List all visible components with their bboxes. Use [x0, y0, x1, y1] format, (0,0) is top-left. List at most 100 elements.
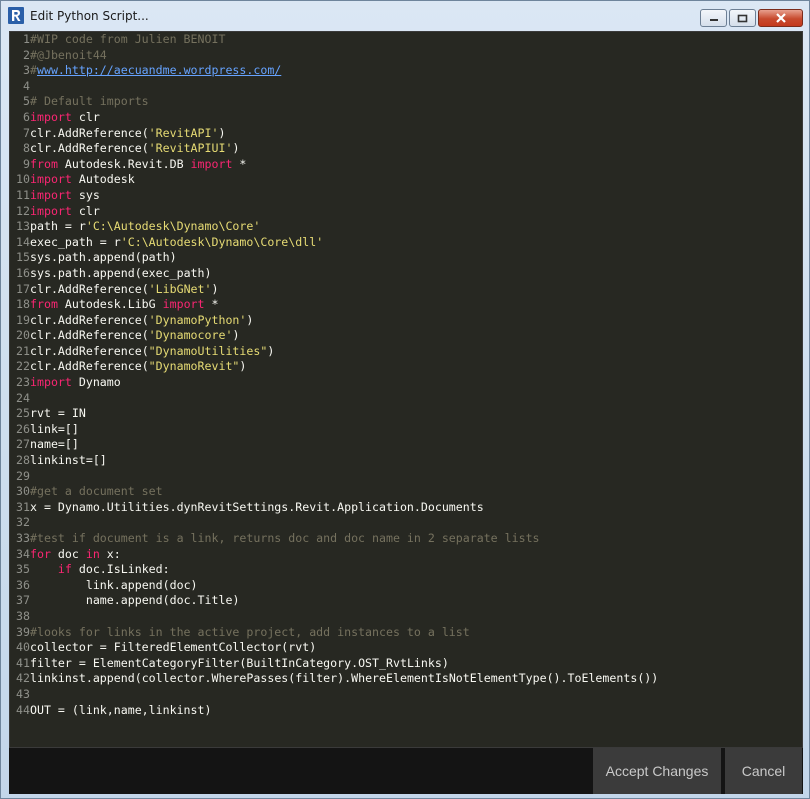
code-line[interactable]: 14 exec_path = r'C:\Autodesk\Dynamo\Core\…: [10, 234, 802, 251]
line-number: 36: [16, 577, 30, 592]
code-line[interactable]: 1 #WIP code from Julien BENOIT: [10, 32, 802, 48]
code-line[interactable]: 15 sys.path.append(path): [10, 250, 802, 266]
code-token: exec_path = r: [30, 234, 121, 249]
window-controls: [698, 9, 803, 27]
code-line[interactable]: 40 collector = FilteredElementCollector(r…: [10, 640, 802, 656]
maximize-button[interactable]: [729, 9, 756, 27]
code-line[interactable]: 30 #get a document set: [10, 484, 802, 500]
code-line[interactable]: 21 clr.AddReference("DynamoUtilities"): [10, 344, 802, 360]
code-line[interactable]: 38: [10, 609, 802, 625]
code-line[interactable]: 5 # Default imports: [10, 94, 802, 110]
code-line[interactable]: 4: [10, 79, 802, 95]
code-line[interactable]: 27 name=[]: [10, 437, 802, 453]
line-text: from Autodesk.Revit.DB import *: [30, 157, 246, 173]
code-token: append: [92, 250, 135, 265]
code-editor[interactable]: 1 #WIP code from Julien BENOIT 2 #@Jbenoit4…: [9, 31, 803, 748]
code-token: (: [141, 328, 149, 343]
code-line[interactable]: 13 path = r'C:\Autodesk\Dynamo\Core': [10, 219, 802, 235]
code-token: AddReference: [57, 328, 142, 343]
code-token: ): [211, 281, 219, 296]
code-token: clr.: [30, 141, 58, 156]
code-token: #get a document set: [30, 484, 163, 499]
cancel-button[interactable]: Cancel: [725, 748, 802, 794]
code-token: clr.: [30, 125, 58, 140]
code-line[interactable]: 3 #www.http://aecuandme.wordpress.com/: [10, 63, 802, 79]
code-line[interactable]: 22 clr.AddReference("DynamoRevit"): [10, 359, 802, 375]
line-number: 20: [16, 328, 30, 343]
code-line[interactable]: 17 clr.AddReference('LibGNet'): [10, 281, 802, 298]
line-number: 24: [16, 390, 30, 405]
code-line[interactable]: 8 clr.AddReference('RevitAPIUI'): [10, 141, 802, 157]
code-line[interactable]: 28 linkinst=[]: [10, 453, 802, 469]
accept-changes-button[interactable]: Accept Changes: [593, 748, 721, 794]
code-token: filter =: [30, 655, 93, 670]
line-number: 15: [16, 250, 30, 265]
code-line[interactable]: 11 import sys: [10, 188, 802, 204]
code-line[interactable]: 31 x = Dynamo.Utilities.dynRevitSettings.…: [10, 500, 802, 516]
code-line[interactable]: 23 import Dynamo: [10, 375, 802, 391]
line-number: 3: [23, 63, 30, 78]
code-token: Autodesk: [71, 172, 135, 187]
code-line[interactable]: 41 filter = ElementCategoryFilter(BuiltIn…: [10, 655, 802, 672]
code-token: 'LibGNet': [148, 281, 212, 296]
line-text: link.append(doc): [30, 578, 198, 594]
line-text: sys.path.append(exec_path): [30, 266, 212, 282]
code-line[interactable]: 36 link.append(doc): [10, 577, 802, 594]
close-icon: [775, 13, 786, 23]
code-token: 'Dynamocore': [148, 328, 233, 343]
line-text: import clr: [30, 110, 100, 126]
code-line[interactable]: 18 from Autodesk.LibG import *: [10, 297, 802, 313]
code-line[interactable]: 37 name.append(doc.Title): [10, 593, 802, 609]
code-token: name.: [30, 593, 121, 608]
code-token: *: [232, 156, 247, 171]
close-button[interactable]: [758, 9, 803, 27]
minimize-button[interactable]: [700, 9, 727, 27]
code-line[interactable]: 34 for doc in x:: [10, 546, 802, 563]
code-line[interactable]: 19 clr.AddReference('DynamoPython'): [10, 313, 802, 329]
code-token: ): [267, 343, 275, 358]
code-line[interactable]: 39 #looks for links in the active project…: [10, 625, 802, 641]
code-line[interactable]: 32: [10, 515, 802, 531]
code-line[interactable]: 42 linkinst.append(collector.WherePasses(…: [10, 671, 802, 687]
line-text: x = Dynamo.Utilities.dynRevitSettings.Re…: [30, 500, 484, 516]
line-text: #get a document set: [30, 484, 163, 500]
code-line[interactable]: 7 clr.AddReference('RevitAPI'): [10, 126, 802, 142]
line-number: 37: [16, 593, 30, 608]
line-number: 9: [23, 156, 30, 171]
title-bar[interactable]: Edit Python Script...: [1, 1, 809, 31]
code-line[interactable]: 43: [10, 687, 802, 703]
line-text: clr.AddReference('DynamoPython'): [30, 313, 253, 329]
code-line[interactable]: 35 if doc.IsLinked:: [10, 562, 802, 578]
code-line[interactable]: 6 import clr: [10, 110, 802, 126]
code-line[interactable]: 44 OUT = (link,name,linkinst): [10, 703, 802, 719]
code-line[interactable]: 9 from Autodesk.Revit.DB import *: [10, 156, 802, 173]
code-line[interactable]: 10 import Autodesk: [10, 172, 802, 188]
code-line[interactable]: 25 rvt = IN: [10, 406, 802, 422]
code-link[interactable]: www.http://aecuandme.wordpress.com/: [37, 63, 281, 77]
code-token: # Default imports: [30, 94, 149, 109]
code-line[interactable]: 33 #test if document is a link, returns d…: [10, 531, 802, 547]
line-number: 8: [23, 141, 30, 156]
line-text: clr.AddReference("DynamoUtilities"): [30, 344, 274, 360]
code-token: sys.path.: [30, 265, 93, 280]
edit-python-script-window: Edit Python Script... 1 #WIP code from Ju…: [0, 0, 810, 799]
code-line[interactable]: 26 link=[]: [10, 422, 802, 438]
code-token: if: [57, 562, 72, 577]
code-token: from: [30, 156, 58, 171]
code-line[interactable]: 2 #@Jbenoit44: [10, 48, 802, 64]
code-line[interactable]: 24: [10, 390, 802, 407]
code-token: (path): [134, 250, 177, 265]
code-line[interactable]: 12 import clr: [10, 204, 802, 220]
code-token: for: [30, 546, 51, 561]
code-token: linkinst.: [30, 671, 93, 686]
code-line[interactable]: 29: [10, 469, 802, 485]
code-line[interactable]: 20 clr.AddReference('Dynamocore'): [10, 328, 802, 344]
line-number: 35: [16, 562, 30, 577]
code-line[interactable]: 16 sys.path.append(exec_path): [10, 266, 802, 282]
code-token: from: [30, 297, 58, 312]
line-text: #www.http://aecuandme.wordpress.com/: [30, 63, 281, 79]
line-number: 28: [16, 453, 30, 468]
line-text: clr.AddReference('RevitAPI'): [30, 126, 225, 142]
line-text: name=[]: [30, 437, 79, 453]
code-token: #: [30, 63, 37, 78]
